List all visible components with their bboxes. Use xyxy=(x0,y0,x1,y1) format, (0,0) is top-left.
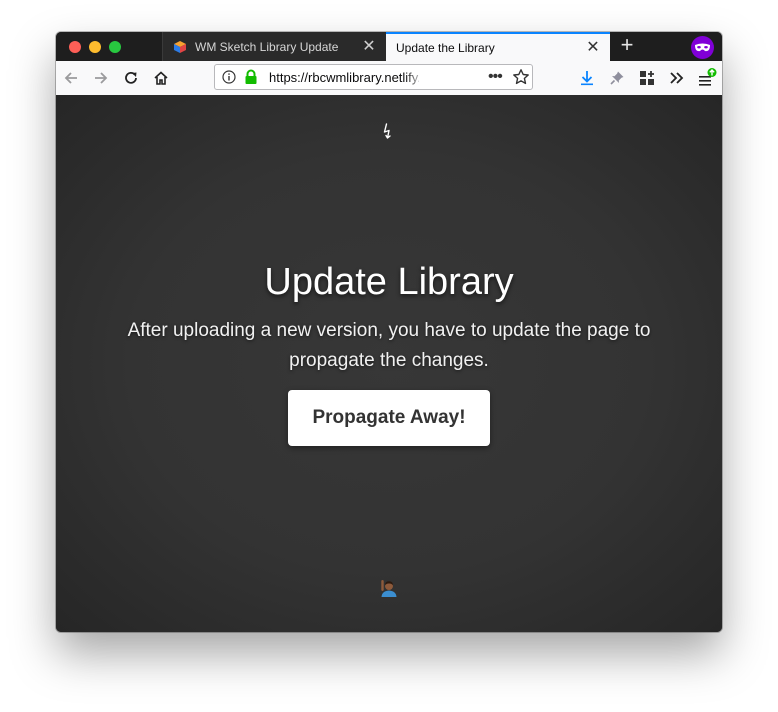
url-bar[interactable]: https://rbcwmlibrary.netlify.co ••• xyxy=(214,64,533,90)
window-minimize-button[interactable] xyxy=(89,41,101,53)
page-description: After uploading a new version, you have … xyxy=(127,320,651,371)
pin-icon[interactable] xyxy=(607,68,627,88)
sketch-library-favicon-icon xyxy=(174,40,186,53)
browser-window: WM Sketch Library Update ✕ Update the Li… xyxy=(56,32,722,632)
site-info-icon[interactable] xyxy=(222,70,236,84)
page-title: Update Library xyxy=(264,261,514,303)
hamburger-menu-icon[interactable] xyxy=(697,68,717,88)
back-arrow-icon[interactable] xyxy=(61,68,81,88)
tab-strip: WM Sketch Library Update ✕ Update the Li… xyxy=(56,32,722,61)
private-browsing-mask-icon[interactable] xyxy=(691,36,714,59)
lightning-bolt-icon xyxy=(383,123,391,139)
page-actions-more-icon[interactable]: ••• xyxy=(488,69,503,85)
url-text[interactable]: https://rbcwmlibrary.netlify.co xyxy=(269,70,419,85)
home-icon[interactable] xyxy=(151,68,171,88)
tab-wm-sketch-library-update[interactable]: WM Sketch Library Update ✕ xyxy=(162,32,386,61)
tab-title: WM Sketch Library Update xyxy=(195,39,339,54)
forward-arrow-icon[interactable] xyxy=(91,68,111,88)
extensions-grid-icon[interactable] xyxy=(637,68,657,88)
tab-title: Update the Library xyxy=(396,40,495,55)
tab-update-the-library[interactable]: Update the Library ✕ xyxy=(386,32,610,61)
tab-close-icon[interactable]: ✕ xyxy=(582,39,604,56)
download-arrow-icon[interactable] xyxy=(577,68,597,88)
bookmark-star-icon[interactable] xyxy=(512,68,530,86)
page-content: Update Library After uploading a new ver… xyxy=(56,95,722,632)
overflow-chevrons-icon[interactable] xyxy=(667,68,687,88)
new-tab-button[interactable]: + xyxy=(616,34,638,57)
navigation-toolbar: https://rbcwmlibrary.netlify.co ••• xyxy=(56,61,722,96)
person-raising-hand-emoji-icon xyxy=(381,580,397,597)
tab-close-icon[interactable]: ✕ xyxy=(358,38,380,55)
window-close-button[interactable] xyxy=(69,41,81,53)
reload-icon[interactable] xyxy=(121,68,141,88)
secure-lock-icon[interactable] xyxy=(244,69,258,85)
propagate-away-button[interactable]: Propagate Away! xyxy=(288,390,490,446)
window-maximize-button[interactable] xyxy=(109,41,121,53)
